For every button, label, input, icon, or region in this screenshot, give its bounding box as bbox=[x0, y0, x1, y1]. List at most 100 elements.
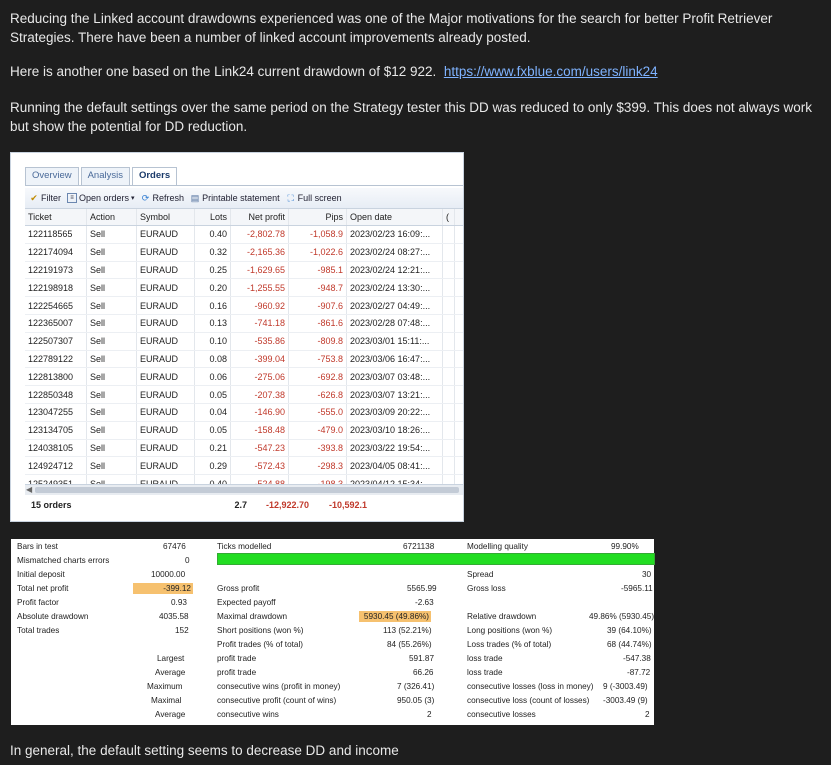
net-profit-value: -399.12 bbox=[133, 583, 193, 594]
consecutive-losses-money-label: consecutive losses (loss in money) bbox=[467, 682, 594, 691]
consecutive-losses-avg-value: 2 bbox=[645, 710, 650, 719]
consecutive-profit-count-label: consecutive profit (count of wins) bbox=[217, 696, 337, 705]
total-lots: 2.7 bbox=[234, 500, 247, 510]
average-loss-trade-value: -87.72 bbox=[627, 668, 651, 677]
refresh-button[interactable]: ⟳ Refresh bbox=[141, 193, 184, 203]
table-cell bbox=[443, 457, 455, 475]
table-cell: 0.25 bbox=[195, 261, 231, 279]
table-cell: 0.13 bbox=[195, 314, 231, 332]
table-cell: 122507307 bbox=[25, 332, 87, 350]
scrollbar-thumb[interactable] bbox=[35, 487, 459, 493]
table-cell: 2023/03/01 15:11:... bbox=[347, 332, 443, 350]
column-header-more[interactable]: ( bbox=[443, 209, 455, 225]
horizontal-scrollbar[interactable]: ◀ bbox=[25, 484, 463, 495]
table-cell: -555.0 bbox=[289, 403, 347, 421]
table-cell: EURAUD bbox=[137, 332, 195, 350]
net-profit-label: Total net profit bbox=[17, 584, 69, 593]
orders-header-row: Ticket Action Symbol Lots Net profit Pip… bbox=[25, 209, 463, 226]
table-cell bbox=[443, 386, 455, 403]
table-cell: EURAUD bbox=[137, 314, 195, 332]
table-cell: EURAUD bbox=[137, 261, 195, 279]
full-screen-button[interactable]: ⛶ Full screen bbox=[286, 193, 341, 203]
table-cell: -2,802.78 bbox=[231, 226, 289, 243]
table-cell: -1,022.6 bbox=[289, 243, 347, 261]
deposit-value: 10000.00 bbox=[151, 570, 186, 579]
column-header-symbol[interactable]: Symbol bbox=[137, 209, 195, 225]
table-cell: 0.06 bbox=[195, 368, 231, 386]
table-cell: -158.48 bbox=[231, 421, 289, 439]
table-cell: EURAUD bbox=[137, 403, 195, 421]
orders-count: 15 orders bbox=[31, 500, 72, 510]
link24-link[interactable]: https://www.fxblue.com/users/link24 bbox=[444, 64, 658, 79]
table-cell: 0.08 bbox=[195, 350, 231, 368]
table-cell bbox=[443, 297, 455, 314]
table-cell bbox=[443, 332, 455, 350]
maximal-drawdown-label: Maximal drawdown bbox=[217, 612, 288, 621]
gross-profit-label: Gross profit bbox=[217, 584, 260, 593]
table-cell: 2023/03/22 19:54:... bbox=[347, 439, 443, 457]
tab-overview[interactable]: Overview bbox=[25, 167, 79, 185]
table-cell: 122174094 bbox=[25, 243, 87, 261]
table-cell: 2023/02/27 04:49:... bbox=[347, 297, 443, 314]
table-row[interactable]: 123134705 Sell EURAUD 0.05 -158.48 -479.0 2023… bbox=[25, 421, 463, 440]
table-row[interactable]: 124924712 Sell EURAUD 0.29 -572.43 -298.3 2023… bbox=[25, 457, 463, 476]
table-row[interactable]: 122850348 Sell EURAUD 0.05 -207.38 -626.8 2023… bbox=[25, 386, 463, 404]
table-row[interactable]: 124038105 Sell EURAUD 0.21 -547.23 -393.8 2023… bbox=[25, 439, 463, 458]
tab-analysis[interactable]: Analysis bbox=[80, 167, 130, 185]
orders-rows: 122118565 Sell EURAUD 0.40 -2,802.78 -1,058.9… bbox=[25, 226, 463, 493]
table-row[interactable]: 122118565 Sell EURAUD 0.40 -2,802.78 -1,058.9… bbox=[25, 226, 463, 244]
table-cell: -907.6 bbox=[289, 297, 347, 314]
table-cell: 0.04 bbox=[195, 403, 231, 421]
total-net-profit: -12,922.70 bbox=[265, 500, 309, 510]
consecutive-loss-count-label: consecutive loss (count of losses) bbox=[467, 696, 590, 705]
table-row[interactable]: 122507307 Sell EURAUD 0.10 -535.86 -809.8 2023… bbox=[25, 332, 463, 351]
table-cell: 0.16 bbox=[195, 297, 231, 314]
consecutive-profit-count-value: 950.05 (3) bbox=[397, 696, 435, 705]
open-orders-dropdown[interactable]: ≡ Open orders ▾ bbox=[67, 193, 135, 203]
orders-toolbar: ✔ Filter ≡ Open orders ▾ ⟳ Refresh ▤ Printabl… bbox=[25, 188, 463, 209]
profit-trades-label: Profit trades (% of total) bbox=[217, 640, 304, 649]
largest-loss-trade-label: loss trade bbox=[467, 654, 503, 663]
table-cell: Sell bbox=[87, 332, 137, 350]
column-header-pips[interactable]: Pips bbox=[289, 209, 347, 225]
table-cell: Sell bbox=[87, 297, 137, 314]
column-header-net-profit[interactable]: Net profit bbox=[231, 209, 289, 225]
table-row[interactable]: 122191973 Sell EURAUD 0.25 -1,629.65 -985.1 20… bbox=[25, 261, 463, 280]
filter-button[interactable]: ✔ Filter bbox=[29, 193, 61, 203]
column-header-lots[interactable]: Lots bbox=[195, 209, 231, 225]
table-cell: EURAUD bbox=[137, 297, 195, 314]
column-header-action[interactable]: Action bbox=[87, 209, 137, 225]
post-paragraph-2-text: Here is another one based on the Link24 … bbox=[10, 64, 437, 79]
orders-grid: Ticket Action Symbol Lots Net profit Pip… bbox=[25, 209, 463, 493]
long-positions-label: Long positions (won %) bbox=[467, 626, 553, 635]
table-cell: 0.32 bbox=[195, 243, 231, 261]
table-cell bbox=[443, 226, 455, 243]
table-cell: Sell bbox=[87, 350, 137, 368]
maximal-drawdown-value: 5930.45 (49.86%) bbox=[359, 611, 431, 622]
printable-statement-button[interactable]: ▤ Printable statement bbox=[190, 193, 280, 203]
maximal-label: Maximal bbox=[151, 696, 182, 705]
table-row[interactable]: 122254665 Sell EURAUD 0.16 -960.92 -907.6 2023… bbox=[25, 297, 463, 315]
column-header-ticket[interactable]: Ticket bbox=[25, 209, 87, 225]
table-row[interactable]: 123047255 Sell EURAUD 0.04 -146.90 -555.0 2023… bbox=[25, 403, 463, 422]
average2-label: Average bbox=[155, 710, 186, 719]
table-row[interactable]: 122198918 Sell EURAUD 0.20 -1,255.55 -948.7 20… bbox=[25, 279, 463, 298]
fullscreen-icon: ⛶ bbox=[287, 193, 294, 203]
table-cell: 0.20 bbox=[195, 279, 231, 297]
table-row[interactable]: 122789122 Sell EURAUD 0.08 -399.04 -753.8 2023… bbox=[25, 350, 463, 369]
column-header-open-date[interactable]: Open date bbox=[347, 209, 443, 225]
tab-orders[interactable]: Orders bbox=[131, 167, 178, 185]
consecutive-losses-avg-label: consecutive losses bbox=[467, 710, 536, 719]
scroll-left-icon[interactable]: ◀ bbox=[26, 485, 32, 494]
post-paragraph-2: Here is another one based on the Link24 … bbox=[10, 62, 825, 81]
table-row[interactable]: 122365007 Sell EURAUD 0.13 -741.18 -861.6 2023… bbox=[25, 314, 463, 333]
table-cell bbox=[443, 368, 455, 386]
table-row[interactable]: 122174094 Sell EURAUD 0.32 -2,165.36 -1,022.6… bbox=[25, 243, 463, 262]
table-cell: 2023/02/24 12:21:... bbox=[347, 261, 443, 279]
table-cell: 2023/02/23 16:09:... bbox=[347, 226, 443, 243]
table-row[interactable]: 122813800 Sell EURAUD 0.06 -275.06 -692.8 2023… bbox=[25, 368, 463, 387]
table-cell: 0.05 bbox=[195, 421, 231, 439]
table-cell: 123047255 bbox=[25, 403, 87, 421]
quality-value: 99.90% bbox=[611, 542, 639, 551]
table-cell: -1,255.55 bbox=[231, 279, 289, 297]
